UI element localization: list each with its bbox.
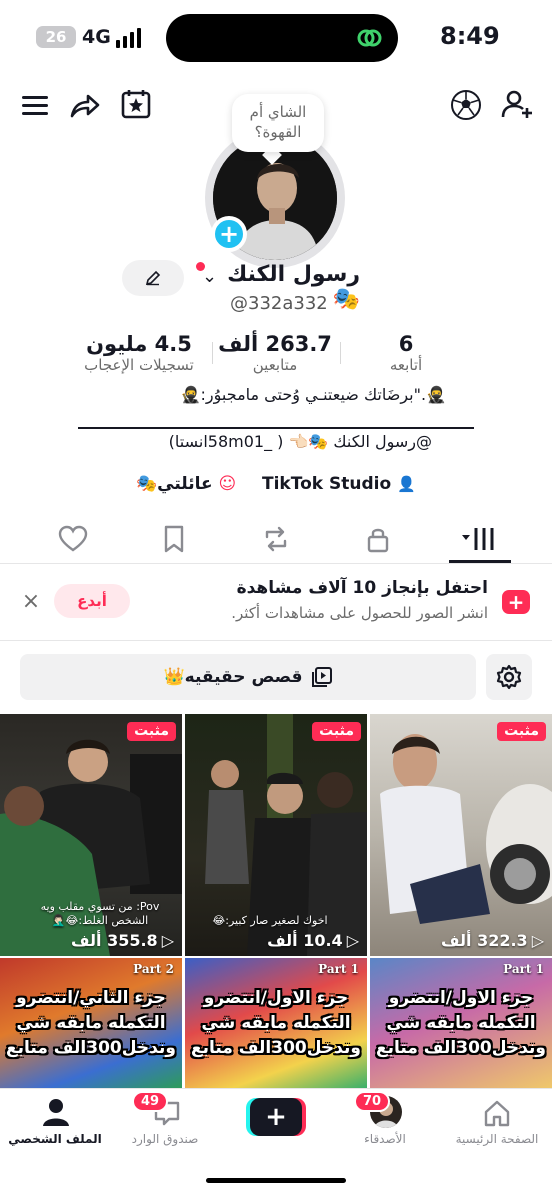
video-thumbnail-2[interactable]: مثبت اخوك لصغير صار كبير:😂 ▷ 10.4 ألف [185,714,367,956]
tiktok-studio-link[interactable]: TikTok Studio 👤 [262,474,416,494]
chat-bubble-icon: ☺ [218,474,237,494]
tiktok-studio-label: TikTok Studio [262,474,392,494]
view-count-text: 10.4 ألف [267,931,343,950]
video-thumbnail-1[interactable]: مثبت ▷ 322.3 ألف [370,714,552,956]
soccer-ball-icon[interactable] [449,88,483,122]
video-overlay-text: جزء الاول/انتضرو التكمله مابقه شي وندخل3… [191,988,361,1058]
private-tab-lock-icon[interactable] [363,524,393,554]
friends-badge: 70 [354,1091,391,1112]
repost-tab-icon[interactable] [261,524,291,554]
pinned-badge: مثبت [312,722,361,741]
home-icon[interactable] [482,1098,512,1128]
notification-dot [196,262,205,271]
playlist-icon [311,667,332,687]
create-plus-icon: + [502,590,530,614]
view-count: ▷ 10.4 ألف [267,931,359,950]
play-icon: ▷ [161,931,174,950]
share-icon[interactable] [68,88,102,122]
network-type: 4G [82,26,111,48]
following-label: أتابعه [389,356,423,374]
likes-count: 4.5 مليون [86,332,192,356]
milestone-subtitle: انشر الصور للحصول على مشاهدات أكثر. [231,604,488,622]
pinned-badge: مثبت [497,722,546,741]
battery-indicator: 26 [36,26,76,48]
video-caption: اخوك لصغير صار كبير:😂 [212,914,328,927]
clock: 8:49 [440,22,500,50]
video-caption: Pov: من تسوي مقلب ويه الشخص الغلط:😂🤦🏻‍♂️ [40,900,160,927]
banner-divider [0,640,552,641]
view-count-text: 355.8 ألف [70,931,158,950]
battery-level: 26 [45,28,67,46]
part-label: Part 2 [133,962,174,976]
nav-home-label[interactable]: الصفحة الرئيسية [442,1132,552,1146]
play-icon: ▷ [346,931,359,950]
nav-profile-label[interactable]: الملف الشخصي [0,1132,110,1146]
name-emoji: 🎭 [332,287,360,312]
family-link[interactable]: ☺ عائلتي🎭 [136,474,236,494]
video-thumbnail-5[interactable]: Part 1 جزء الاول/انتضرو التكمله مابقه شي… [185,958,367,1088]
video-thumbnail-3[interactable]: مثبت Pov: من تسوي مقلب ويه الشخص الغلط:😂… [0,714,182,956]
following-count: 6 [398,332,414,356]
likes-stat[interactable]: 4.5 مليون تسجيلات الإعجاب [72,332,206,374]
stat-divider [212,342,213,364]
create-video-button[interactable]: + [250,1098,302,1136]
profile-handle: @332a332 [230,293,328,314]
pinned-badge: مثبت [127,722,176,741]
note-bubble[interactable]: الشاي أم القهوة؟ [232,94,324,152]
nav-friends-label[interactable]: الأصدقاء [330,1132,440,1146]
video-thumbnail-4[interactable]: Part 1 جزء الاول/انتضرو التكمله مابقه شي… [370,958,552,1088]
bio-divider [78,427,474,429]
add-story-button[interactable]: + [211,216,247,252]
create-button[interactable]: أبدع [54,584,130,618]
calendar-star-icon[interactable] [119,87,153,121]
view-count: ▷ 355.8 ألف [71,931,174,950]
nav-inbox-label[interactable]: صندوق الوارد [110,1132,220,1146]
saved-tab-bookmark-icon[interactable] [159,524,189,554]
signal-icon [116,28,146,48]
part-label: Part 1 [318,962,359,976]
profile-name-text: رسول الكنك [227,262,360,287]
part-label: Part 1 [503,962,544,976]
gear-icon [496,664,522,690]
close-icon[interactable]: × [20,589,42,614]
real-stories-label: قصص حقيقيه👑 [163,667,303,687]
followers-stat[interactable]: 263.7 ألف متابعين [212,332,338,374]
family-label: عائلتي🎭 [136,474,213,494]
videos-grid-tab-icon[interactable] [462,524,494,554]
real-stories-button[interactable]: قصص حقيقيه👑 [20,654,476,700]
stat-divider [340,342,341,364]
view-count-text: 322.3 ألف [440,931,528,950]
video-overlay-text: جزء الثاني/انتضرو التكمله مابقه شي وندخل… [6,988,176,1058]
liked-tab-heart-icon[interactable] [58,524,88,554]
dynamic-island [166,14,398,62]
milestone-title: احتفل بإنجاز 10 آلاف مشاهدة [236,578,488,598]
bio-line-2[interactable]: @رسول الكنك 🎭👈🏻 ( _58m01انستا) [169,432,432,451]
add-friend-icon[interactable] [500,87,534,121]
menu-icon[interactable] [18,88,52,122]
profile-icon[interactable] [41,1096,71,1128]
home-indicator [206,1178,346,1183]
chevron-down-icon[interactable]: ⌄ [202,266,217,287]
followers-count: 263.7 ألف [218,332,332,356]
following-stat[interactable]: 6 أتابعه [366,332,446,374]
video-overlay-text: جزء الاول/انتضرو التكمله مابقه شي وندخل3… [376,988,546,1058]
bio-line-1: 🥷:برضَاتك ضيعتنـي وُحتى مامجبوُر".🥷 [180,385,446,404]
link-icon [354,24,384,52]
settings-gear-button[interactable] [486,654,532,700]
pencil-icon [145,270,161,286]
followers-label: متابعين [252,356,298,374]
inbox-badge: 49 [132,1091,169,1112]
edit-profile-button[interactable] [122,260,184,296]
video-thumbnail-6[interactable]: Part 2 جزء الثاني/انتضرو التكمله مابقه ش… [0,958,182,1088]
view-count: ▷ 322.3 ألف [441,931,544,950]
play-icon: ▷ [531,931,544,950]
person-star-icon: 👤 [397,475,416,493]
likes-label: تسجيلات الإعجاب [84,356,194,374]
